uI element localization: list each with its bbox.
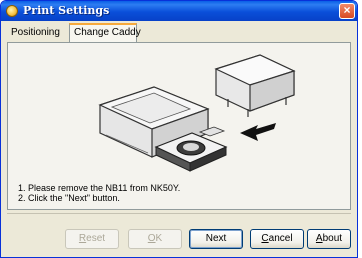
window-title: Print Settings bbox=[23, 4, 110, 17]
close-button[interactable]: × bbox=[339, 3, 355, 19]
cancel-label: ancel bbox=[268, 233, 293, 244]
close-icon: × bbox=[343, 3, 351, 17]
cancel-button[interactable]: Cancel bbox=[250, 229, 304, 249]
tab-change-caddy[interactable]: Change Caddy bbox=[69, 23, 141, 42]
tab-positioning[interactable]: Positioning bbox=[7, 25, 65, 42]
button-bar: Reset OK Next Cancel About bbox=[7, 213, 351, 253]
about-mnemonic: A bbox=[315, 233, 323, 244]
about-label: bout bbox=[322, 233, 343, 244]
reset-button[interactable]: Reset bbox=[65, 229, 119, 249]
ok-button[interactable]: OK bbox=[128, 229, 182, 249]
ok-label: K bbox=[155, 233, 163, 244]
reset-label: eset bbox=[86, 233, 106, 244]
about-button[interactable]: About bbox=[307, 229, 351, 249]
instruction-step-1: 1. Please remove the NB11 from NK50Y. bbox=[18, 183, 181, 193]
next-button[interactable]: Next bbox=[189, 229, 243, 249]
ok-mnemonic: O bbox=[147, 233, 156, 244]
arrow-left-icon bbox=[240, 123, 276, 141]
instruction-step-2: 2. Click the "Next" button. bbox=[18, 193, 120, 203]
instructions-text: 1. Please remove the NB11 from NK50Y. 2.… bbox=[18, 183, 180, 203]
title-bar: Print Settings × bbox=[1, 1, 357, 21]
print-settings-window: Print Settings × Positioning Change Cadd… bbox=[0, 0, 358, 258]
app-icon bbox=[6, 5, 18, 17]
printer-caddy-illustration bbox=[98, 54, 296, 172]
change-caddy-panel: 1. Please remove the NB11 from NK50Y. 2.… bbox=[7, 42, 351, 210]
cancel-mnemonic: C bbox=[261, 233, 269, 244]
external-unit-image bbox=[214, 54, 296, 117]
